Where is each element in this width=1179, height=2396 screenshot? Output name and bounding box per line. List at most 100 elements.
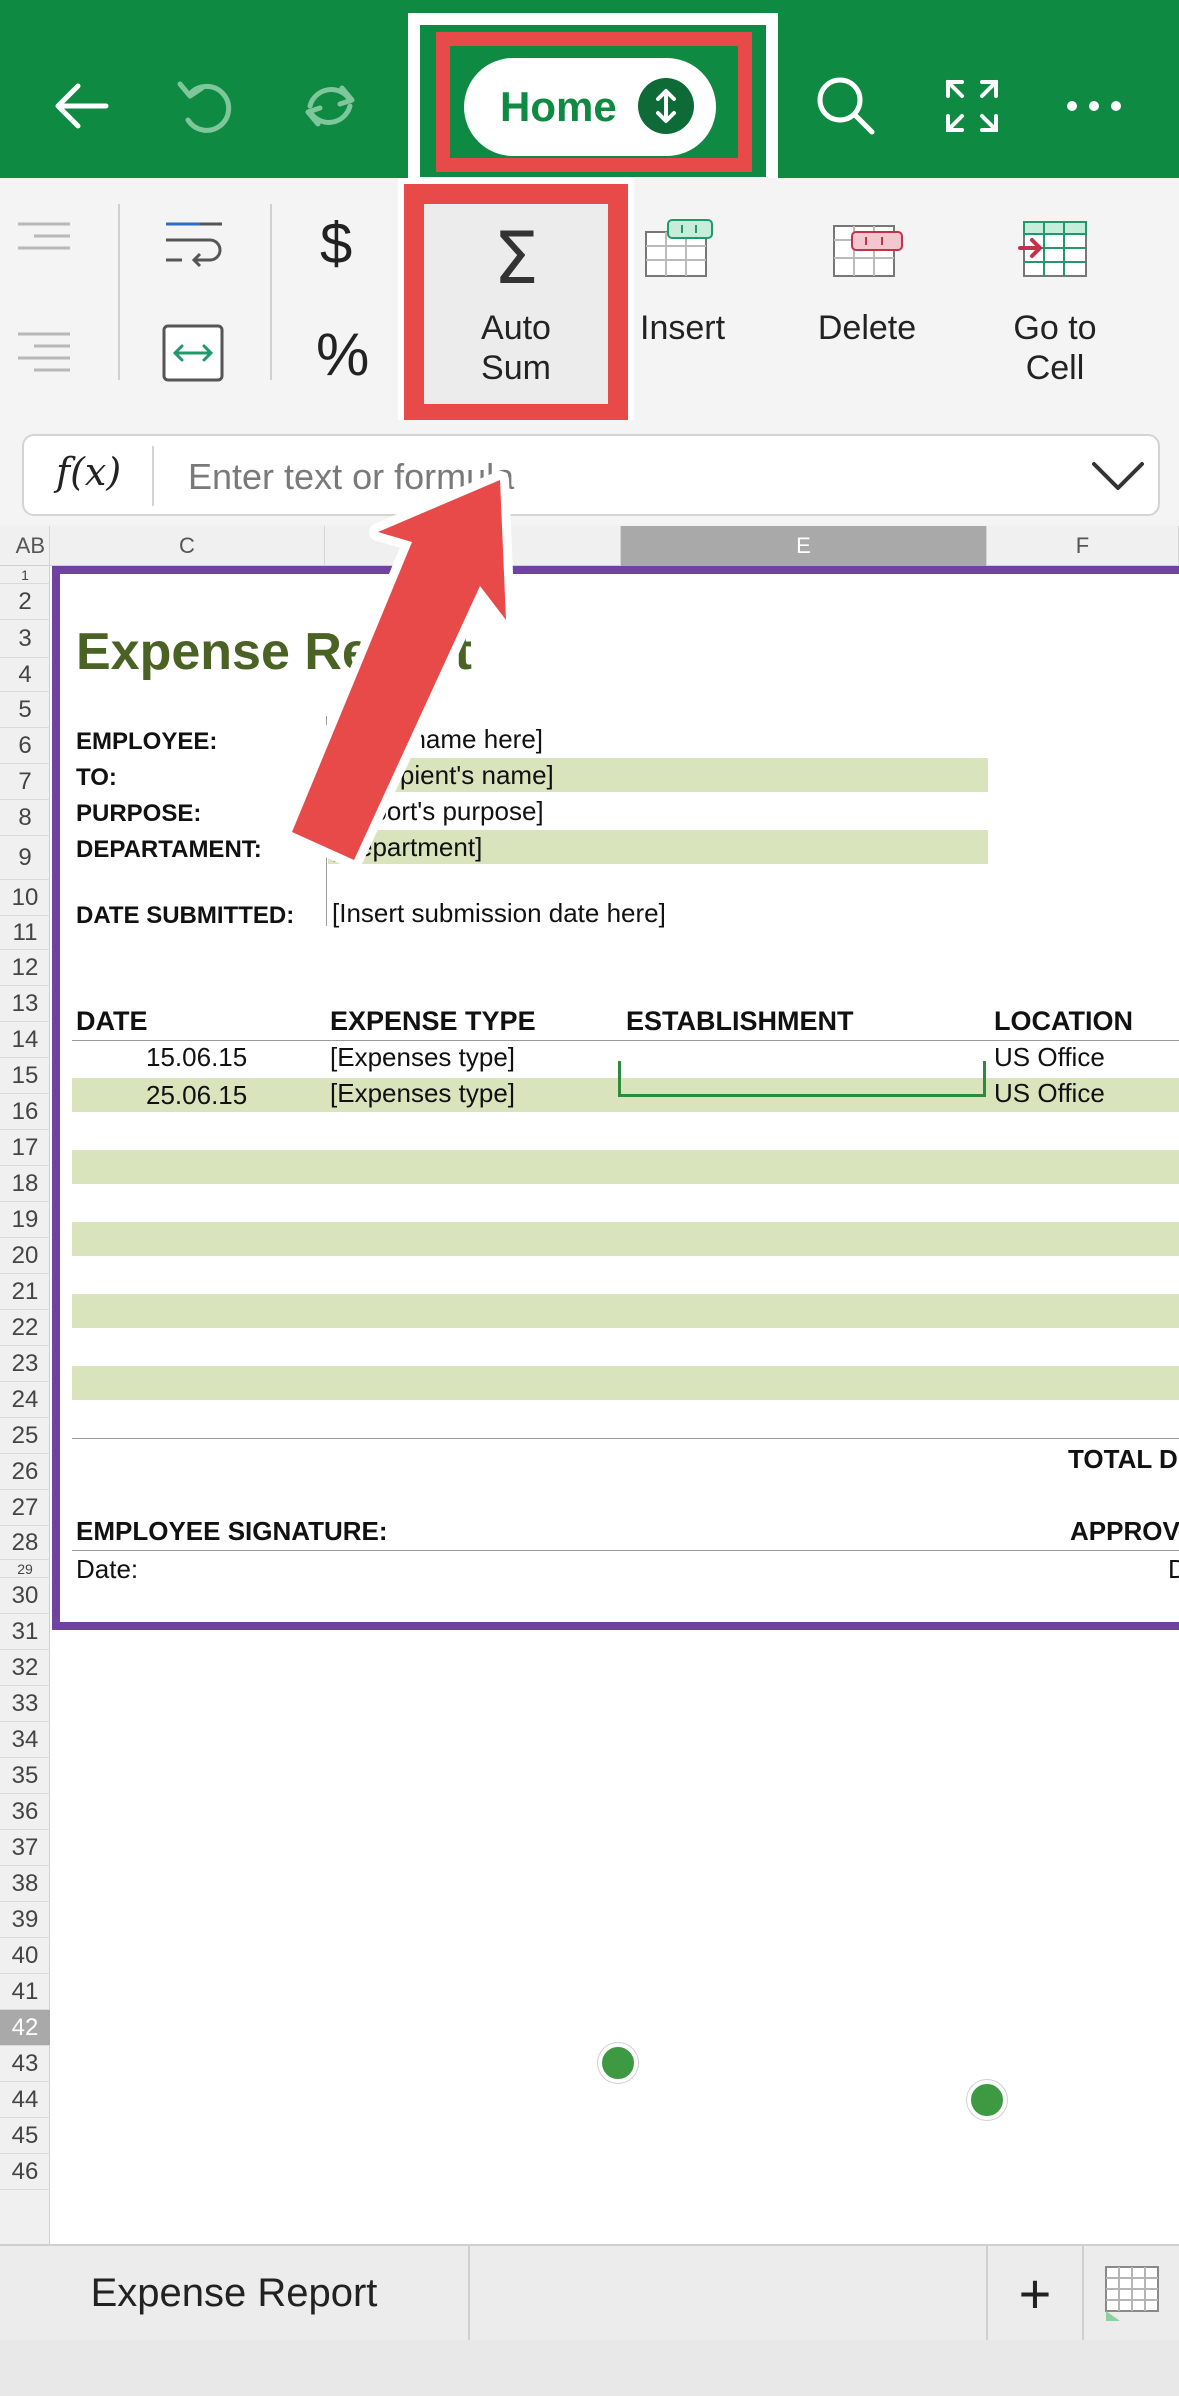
entry-date[interactable]: 25.06.15 [146, 1080, 247, 1111]
chevron-down-icon[interactable] [1088, 446, 1148, 506]
row-header-cell[interactable]: 34 [0, 1722, 50, 1758]
approval-label[interactable]: APPROV [1070, 1516, 1179, 1547]
row-header-cell[interactable]: 8 [0, 800, 50, 836]
insert-cells-icon[interactable] [642, 218, 716, 285]
entry-type[interactable]: [Expenses type] [330, 1078, 515, 1109]
row-header-cell[interactable]: 25 [0, 1418, 50, 1454]
formula-input[interactable] [188, 452, 1068, 502]
row-header-cell[interactable]: 41 [0, 1974, 50, 2010]
delete-cells-icon[interactable] [830, 218, 904, 285]
row-header-cell[interactable]: 45 [0, 2118, 50, 2154]
column-header-a[interactable]: AB [0, 526, 50, 566]
row-header-cell[interactable]: 6 [0, 728, 50, 764]
formula-box[interactable]: f(x) [22, 434, 1160, 516]
merge-cells-icon[interactable] [160, 322, 226, 389]
expense-type-header[interactable]: EXPENSE TYPE [330, 1006, 536, 1037]
to-value[interactable]: [Recepient's name] [332, 760, 554, 791]
row-header-cell[interactable]: 12 [0, 950, 50, 986]
row-header-cell[interactable]: 10 [0, 880, 50, 916]
row-header-cell[interactable]: 19 [0, 1202, 50, 1238]
row-header-cell[interactable]: 32 [0, 1650, 50, 1686]
search-icon[interactable] [796, 56, 896, 156]
column-header-e[interactable]: E [621, 526, 987, 566]
entry-location[interactable]: US Office [994, 1042, 1105, 1073]
department-value[interactable]: [Department] [332, 832, 482, 863]
date-submitted-label[interactable]: DATE SUBMITTED: [76, 902, 294, 930]
report-title[interactable]: Expense Report [76, 622, 472, 682]
fx-label[interactable]: f(x) [56, 450, 121, 494]
wrap-text-icon[interactable] [160, 216, 230, 281]
total-label[interactable]: TOTAL D [1068, 1444, 1178, 1475]
align-justify-icon[interactable] [14, 328, 74, 383]
row-header-cell[interactable]: 21 [0, 1274, 50, 1310]
date-header[interactable]: DATE [76, 1006, 148, 1037]
row-header-cell[interactable]: 24 [0, 1382, 50, 1418]
employee-value[interactable]: [Insert name here] [332, 724, 543, 755]
spreadsheet-grid[interactable]: Expense Report EMPLOYEE: [Insert name he… [50, 566, 1179, 2244]
cell-selection[interactable] [618, 1061, 986, 1097]
row-header-cell[interactable]: 44 [0, 2082, 50, 2118]
currency-format-icon[interactable]: $ [320, 212, 352, 276]
row-header-cell[interactable]: 2 [0, 584, 50, 620]
redo-icon[interactable] [280, 56, 380, 156]
autosum-button[interactable]: Σ Auto Sum [404, 184, 628, 424]
row-header-cell[interactable]: 5 [0, 692, 50, 728]
row-header-cell[interactable]: 38 [0, 1866, 50, 1902]
row-header-cell[interactable]: 13 [0, 986, 50, 1022]
row-header-cell[interactable]: 40 [0, 1938, 50, 1974]
row-header-cell[interactable]: 29 [0, 1560, 50, 1578]
row-header-cell[interactable]: 3 [0, 620, 50, 658]
row-header-cell[interactable]: 22 [0, 1310, 50, 1346]
to-label[interactable]: TO: [76, 764, 117, 792]
column-header-f[interactable]: F [987, 526, 1179, 566]
delete-label[interactable]: Delete [806, 308, 928, 348]
sheet-tab-expense-report[interactable]: Expense Report [0, 2246, 470, 2340]
row-header-cell[interactable]: 27 [0, 1490, 50, 1526]
row-header-cell[interactable]: 18 [0, 1166, 50, 1202]
insert-label[interactable]: Insert [640, 308, 730, 348]
purpose-label[interactable]: PURPOSE: [76, 800, 201, 828]
date-submitted-value[interactable]: [Insert submission date here] [332, 898, 666, 929]
fullscreen-icon[interactable] [922, 56, 1022, 156]
entry-location[interactable]: US Office [994, 1078, 1105, 1109]
department-label[interactable]: DEPARTAMENT: [76, 836, 262, 864]
row-header-cell[interactable]: 23 [0, 1346, 50, 1382]
row-header-cell[interactable]: 1 [0, 566, 50, 584]
back-arrow-icon[interactable] [34, 56, 134, 156]
row-header-cell[interactable]: 26 [0, 1454, 50, 1490]
undo-icon[interactable] [156, 56, 256, 156]
row-header-cell[interactable]: 31 [0, 1614, 50, 1650]
row-header-cell[interactable]: 16 [0, 1094, 50, 1130]
selection-handle-start[interactable] [598, 2043, 638, 2083]
date-right-label[interactable]: D [1168, 1554, 1179, 1585]
column-header-c[interactable]: C [50, 526, 325, 566]
selection-handle-end[interactable] [967, 2080, 1007, 2120]
date-label[interactable]: Date: [76, 1554, 138, 1585]
row-header-cell[interactable]: 33 [0, 1686, 50, 1722]
row-header-cell[interactable]: 20 [0, 1238, 50, 1274]
location-header[interactable]: LOCATION [994, 1006, 1133, 1037]
row-header-cell[interactable]: 11 [0, 916, 50, 950]
align-right-icon[interactable] [14, 218, 74, 263]
row-header-cell[interactable]: 9 [0, 836, 50, 880]
column-header-d[interactable] [325, 526, 621, 566]
entry-date[interactable]: 15.06.15 [146, 1042, 247, 1073]
row-header-cell[interactable]: 4 [0, 658, 50, 692]
row-header-cell[interactable]: 43 [0, 2046, 50, 2082]
row-header-cell[interactable]: 35 [0, 1758, 50, 1794]
row-header-cell[interactable]: 42 [0, 2010, 50, 2046]
row-header-cell[interactable]: 30 [0, 1578, 50, 1614]
row-header-cell[interactable]: 37 [0, 1830, 50, 1866]
go-to-cell-label[interactable]: Go to Cell [990, 308, 1120, 388]
employee-label[interactable]: EMPLOYEE: [76, 728, 217, 756]
entry-type[interactable]: [Expenses type] [330, 1042, 515, 1073]
establishment-header[interactable]: ESTABLISHMENT [626, 1006, 854, 1037]
home-tab-button[interactable]: Home [464, 58, 716, 156]
more-icon[interactable] [1044, 56, 1144, 156]
go-to-cell-icon[interactable] [1018, 218, 1092, 285]
row-header-cell[interactable]: 7 [0, 764, 50, 800]
row-header-cell[interactable]: 17 [0, 1130, 50, 1166]
percent-format-icon[interactable]: % [316, 322, 369, 388]
employee-signature-label[interactable]: EMPLOYEE SIGNATURE: [76, 1516, 388, 1547]
row-header-cell[interactable]: 36 [0, 1794, 50, 1830]
